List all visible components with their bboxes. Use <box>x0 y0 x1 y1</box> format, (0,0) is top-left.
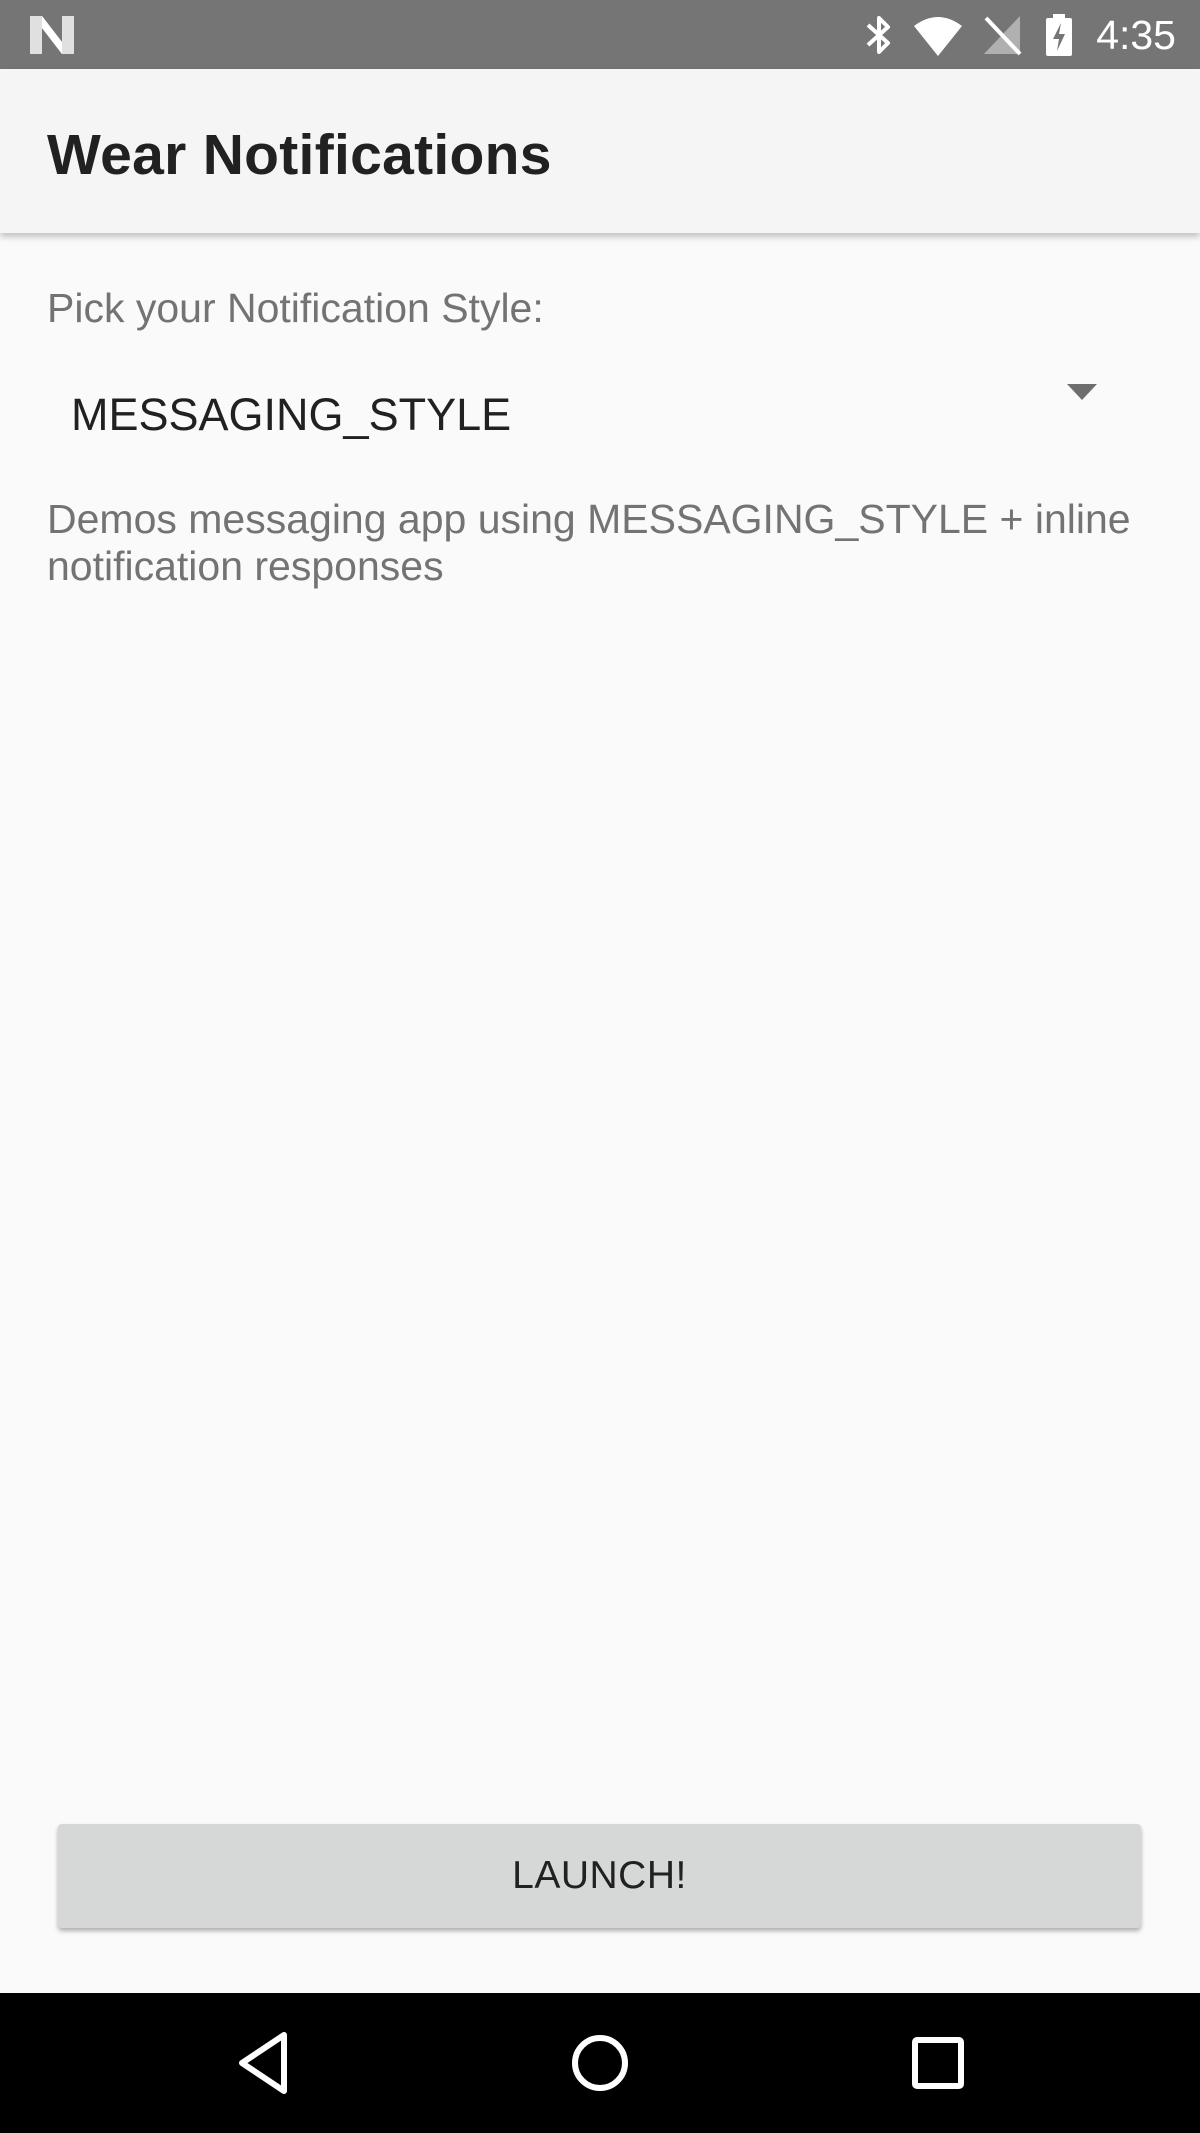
home-icon[interactable] <box>564 2027 636 2099</box>
wifi-icon <box>914 17 962 56</box>
bluetooth-icon <box>866 16 890 54</box>
selected-style-value: MESSAGING_STYLE <box>71 389 512 440</box>
launch-button[interactable]: LAUNCH! <box>58 1824 1141 1928</box>
notification-style-spinner[interactable]: MESSAGING_STYLE <box>47 370 1153 460</box>
battery-charging-icon <box>1046 14 1072 56</box>
recents-icon[interactable] <box>902 2027 974 2099</box>
navigation-bar <box>0 1993 1200 2133</box>
status-bar: 4:35 <box>0 0 1200 69</box>
status-clock: 4:35 <box>1096 12 1176 58</box>
style-picker-label: Pick your Notification Style: <box>47 285 544 331</box>
style-description: Demos messaging app using MESSAGING_STYL… <box>47 496 1131 589</box>
screen: 4:35 Wear Notifications Pick your Notifi… <box>0 0 1200 2133</box>
back-icon[interactable] <box>228 2027 300 2099</box>
no-signal-icon <box>984 16 1022 56</box>
dropdown-arrow-icon <box>1067 384 1097 400</box>
app-bar: Wear Notifications <box>0 69 1200 233</box>
n-logo-icon <box>30 16 74 54</box>
app-title: Wear Notifications <box>47 123 552 187</box>
